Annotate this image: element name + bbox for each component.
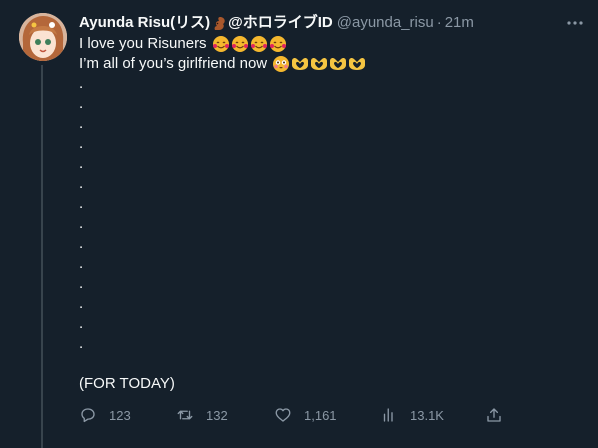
retweet-count: 132 <box>206 407 228 423</box>
squirrel-emoji-icon <box>214 17 225 30</box>
heart-hands-icon <box>292 57 309 70</box>
smiling-face-with-hearts-icon <box>250 36 267 52</box>
reply-icon <box>81 408 95 423</box>
tweet-line: . <box>79 115 84 132</box>
display-name[interactable]: Ayunda Risu(リス) <box>79 13 210 33</box>
handle[interactable]: @ayunda_risu <box>337 13 434 33</box>
heart-hands-icon <box>311 57 328 70</box>
heart-hands-icon <box>330 57 347 70</box>
avatar[interactable] <box>19 13 67 61</box>
tweet-line: . <box>79 235 84 252</box>
tweet-line: I love you Risuners <box>79 34 569 54</box>
tweet-line-text: I’m all of you’s girlfriend now <box>79 55 268 72</box>
tweet-line: I’m all of you’s girlfriend now <box>79 54 569 74</box>
tweet-line: (FOR TODAY) <box>79 375 175 392</box>
tweet-header: Ayunda Risu(リス) @ホロライブID @ayunda_risu · … <box>79 13 474 33</box>
separator: · <box>436 14 442 31</box>
timestamp[interactable]: 21m <box>445 13 474 33</box>
share-icon <box>487 408 501 422</box>
smiling-face-with-hearts-icon <box>212 36 229 52</box>
retweet-icon <box>177 410 193 420</box>
display-name-suffix: @ホロライブID <box>228 14 333 31</box>
tweet-line: . <box>79 135 84 152</box>
thread-line <box>41 65 43 448</box>
tweet-line: . <box>79 275 84 292</box>
more-dots-icon <box>567 21 583 25</box>
tweet-line: . <box>79 75 84 92</box>
avatar-image <box>19 13 67 61</box>
tweet-line: . <box>79 215 84 232</box>
tweet-text: I love you Risuners I’m all of you’s gir… <box>79 34 569 394</box>
reply-count: 123 <box>109 407 131 423</box>
more-button[interactable] <box>564 12 586 34</box>
tweet-line-text: I love you Risuners <box>79 35 207 52</box>
tweet-line: . <box>79 335 84 352</box>
retweet-button[interactable]: 132 <box>176 404 228 426</box>
tweet-line: . <box>79 175 84 192</box>
views-count: 13.1K <box>410 407 444 423</box>
views-button[interactable]: 13.1K <box>380 404 444 426</box>
like-count: 1,161 <box>304 407 337 423</box>
smiling-face-with-hearts-icon <box>231 36 248 52</box>
views-icon <box>383 408 393 422</box>
flushed-face-icon <box>273 56 290 72</box>
tweet-line: . <box>79 255 84 272</box>
action-bar: 123 132 1,161 13.1K <box>79 404 509 426</box>
tweet-line: . <box>79 155 84 172</box>
share-button[interactable] <box>485 404 503 426</box>
like-button[interactable]: 1,161 <box>274 404 337 426</box>
heart-hands-icon <box>349 57 366 70</box>
tweet-line: . <box>79 315 84 332</box>
tweet-line: . <box>79 195 84 212</box>
smiling-face-with-hearts-icon <box>269 36 286 52</box>
tweet-line: . <box>79 295 84 312</box>
tweet-line: . <box>79 95 84 112</box>
reply-button[interactable]: 123 <box>79 404 131 426</box>
heart-icon <box>275 408 291 422</box>
